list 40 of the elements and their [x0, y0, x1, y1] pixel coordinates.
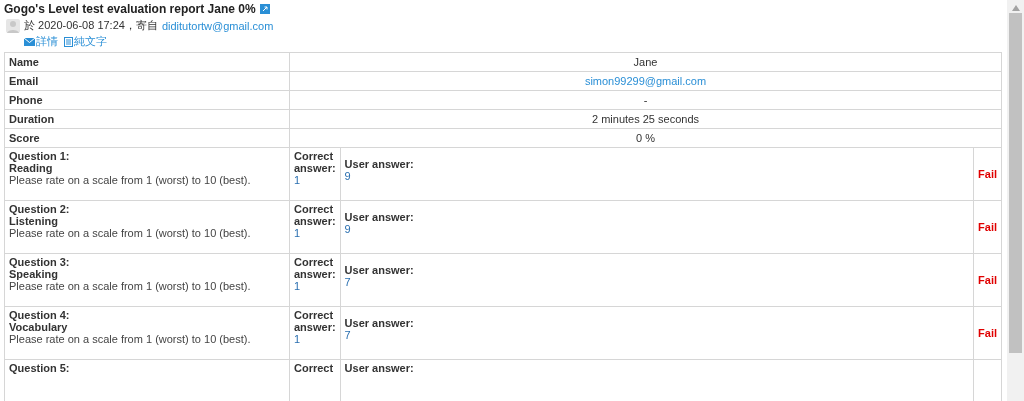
field-value: 0 % — [289, 128, 1002, 148]
scrollbar[interactable] — [1007, 0, 1024, 401]
correct-answer-cell: Correct answer: 1 — [289, 306, 341, 360]
scroll-up-icon[interactable] — [1011, 5, 1020, 11]
scroll-thumb[interactable] — [1009, 13, 1022, 353]
result-text: Fail — [978, 221, 997, 233]
user-answer-cell: User answer: 9 — [340, 147, 974, 201]
user-answer-cell: User answer: 7 — [340, 306, 974, 360]
envelope-icon — [24, 37, 35, 46]
field-value: 2 minutes 25 seconds — [289, 109, 1002, 129]
document-icon — [64, 36, 73, 47]
question-cell: Question 5: — [4, 359, 290, 401]
result-text: Fail — [978, 327, 997, 339]
email-subject: Gogo's Level test evaluation report Jane 0% — [4, 2, 256, 16]
field-label: Name — [4, 52, 290, 72]
external-link-icon[interactable] — [259, 4, 270, 14]
question-cell: Question 2: Listening Please rate on a scale from 1 (worst) to 10 (best). — [4, 200, 290, 254]
avatar-icon — [6, 18, 20, 33]
field-value: - — [289, 90, 1002, 110]
correct-answer-cell: Correct answer: 1 — [289, 253, 341, 307]
question-cell: Question 3: Speaking Please rate on a scale from 1 (worst) to 10 (best). — [4, 253, 290, 307]
correct-answer-cell: Correct answer: 1 — [289, 147, 341, 201]
field-label: Duration — [4, 109, 290, 129]
user-answer-cell: User answer: 9 — [340, 200, 974, 254]
field-label: Score — [4, 128, 290, 148]
result-text: Fail — [978, 168, 997, 180]
field-value[interactable]: simon99299@gmail.com — [289, 71, 1002, 91]
sender-link[interactable]: diditutortw@gmail.com — [161, 19, 274, 32]
question-cell: Question 4: Vocabulary Please rate on a scale from 1 (worst) to 10 (best). — [4, 306, 290, 360]
email-link[interactable]: simon99299@gmail.com — [584, 75, 707, 87]
result-text: Fail — [978, 274, 997, 286]
user-answer-cell: User answer: 7 — [340, 253, 974, 307]
field-value: Jane — [289, 52, 1002, 72]
details-link[interactable]: 詳情 — [24, 34, 58, 49]
correct-answer-cell: Correct answer: 1 — [289, 200, 341, 254]
question-cell: Question 1: Reading Please rate on a scale from 1 (worst) to 10 (best). — [4, 147, 290, 201]
field-label: Email — [4, 71, 290, 91]
field-label: Phone — [4, 90, 290, 110]
plain-text-link[interactable]: 純文字 — [64, 34, 107, 49]
sent-info: 於 2020-06-08 17:24，寄自 — [24, 18, 158, 33]
